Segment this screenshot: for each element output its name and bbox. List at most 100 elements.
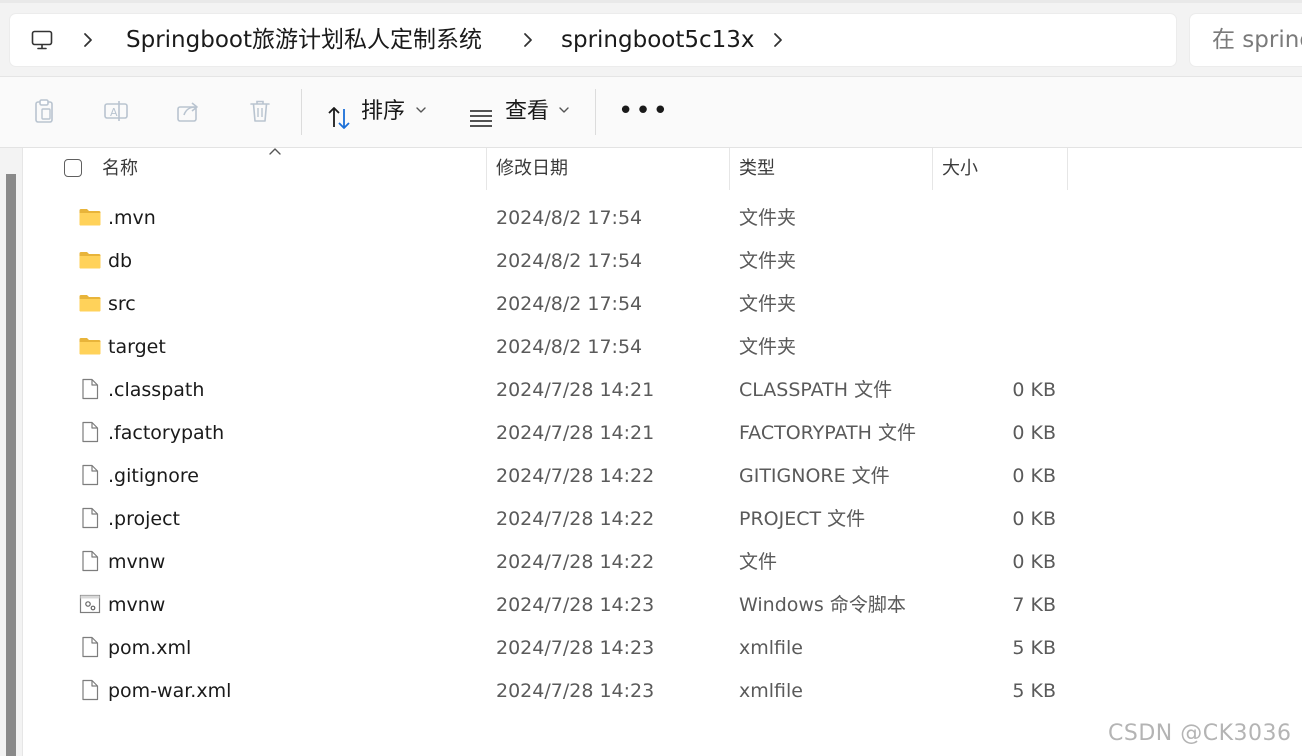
file-name: pom.xml <box>108 637 192 659</box>
file-type: Windows 命令脚本 <box>739 594 906 616</box>
view-icon[interactable] <box>468 107 494 129</box>
file-type: xmlfile <box>739 637 803 659</box>
breadcrumb-item[interactable]: springboot5c13x <box>561 24 755 56</box>
column-divider[interactable] <box>486 148 487 190</box>
file-modified-date: 2024/7/28 14:22 <box>496 508 655 530</box>
file-name: .project <box>108 508 180 530</box>
command-bar: A 排序 查看 ••• <box>0 77 1302 148</box>
file-name: .gitignore <box>108 465 199 487</box>
file-icon <box>78 549 102 573</box>
file-size <box>933 333 1056 361</box>
clipboard-icon <box>35 99 53 123</box>
column-header-type[interactable]: 类型 <box>739 156 775 182</box>
file-icon <box>78 420 102 444</box>
file-row[interactable]: mvnw 2024/7/28 14:23 Windows 命令脚本 7 KB <box>23 583 1302 626</box>
file-name: db <box>108 250 133 272</box>
script-file-icon <box>78 592 102 616</box>
file-icon <box>78 635 102 659</box>
file-name: target <box>108 336 166 358</box>
column-header-row <box>23 148 1302 190</box>
file-type: GITIGNORE 文件 <box>739 465 890 487</box>
folder-icon <box>78 248 102 272</box>
file-size: 0 KB <box>1012 551 1056 573</box>
file-row[interactable]: .gitignore 2024/7/28 14:22 GITIGNORE 文件 0 K… <box>23 454 1302 497</box>
file-row[interactable]: .factorypath 2024/7/28 14:21 FACTORYPATH 文… <box>23 411 1302 454</box>
file-name: .mvn <box>108 207 156 229</box>
file-row[interactable]: target 2024/8/2 17:54 文件夹 <box>23 325 1302 368</box>
file-type: 文件夹 <box>739 293 797 315</box>
sort-icon[interactable] <box>326 105 352 131</box>
file-row[interactable]: .classpath 2024/7/28 14:21 CLASSPATH 文件 0 K… <box>23 368 1302 411</box>
file-type: PROJECT 文件 <box>739 508 866 530</box>
file-type: 文件夹 <box>739 207 797 229</box>
chevron-down-icon[interactable] <box>558 103 570 117</box>
computer-icon[interactable] <box>30 28 54 52</box>
paste-button[interactable] <box>28 95 60 127</box>
watermark: CSDN @CK3036 <box>1108 721 1292 746</box>
file-modified-date: 2024/7/28 14:22 <box>496 465 655 487</box>
file-row[interactable]: pom-war.xml 2024/7/28 14:23 xmlfile 5 KB <box>23 669 1302 712</box>
chevron-down-icon[interactable] <box>415 103 427 117</box>
column-divider[interactable] <box>1067 148 1068 190</box>
rename-icon: A <box>104 101 128 121</box>
file-size <box>933 204 1056 232</box>
navigation-scrollbar[interactable] <box>6 174 16 756</box>
file-modified-date: 2024/7/28 14:22 <box>496 551 655 573</box>
file-type: FACTORYPATH 文件 <box>739 422 916 444</box>
file-size: 7 KB <box>1012 594 1056 616</box>
column-divider[interactable] <box>729 148 730 190</box>
toolbar-divider <box>301 89 302 135</box>
column-header-name[interactable]: 名称 <box>102 156 138 182</box>
breadcrumb-item[interactable]: Springboot旅游计划私人定制系统 <box>126 24 482 56</box>
more-options-button[interactable]: ••• <box>618 98 670 124</box>
file-name: mvnw <box>108 594 166 616</box>
breadcrumb-chevron-icon[interactable] <box>78 26 98 54</box>
file-modified-date: 2024/8/2 17:54 <box>496 293 643 315</box>
file-size <box>933 247 1056 275</box>
breadcrumb-chevron-icon[interactable] <box>518 26 538 54</box>
view-button[interactable]: 查看 <box>505 97 549 127</box>
share-icon <box>177 102 198 122</box>
delete-button[interactable] <box>244 95 276 127</box>
file-icon <box>78 506 102 530</box>
file-size: 0 KB <box>1012 465 1056 487</box>
file-icon <box>78 377 102 401</box>
file-row[interactable]: pom.xml 2024/7/28 14:23 xmlfile 5 KB <box>23 626 1302 669</box>
file-name: .classpath <box>108 379 205 401</box>
svg-text:A: A <box>110 106 118 119</box>
column-header-modified[interactable]: 修改日期 <box>496 156 568 182</box>
breadcrumb-chevron-icon[interactable] <box>768 26 788 54</box>
file-name: .factorypath <box>108 422 225 444</box>
file-name: mvnw <box>108 551 166 573</box>
file-modified-date: 2024/8/2 17:54 <box>496 336 643 358</box>
file-row[interactable]: mvnw 2024/7/28 14:22 文件 0 KB <box>23 540 1302 583</box>
share-button[interactable] <box>172 95 204 127</box>
file-size: 5 KB <box>1012 680 1056 702</box>
sort-ascending-icon <box>269 148 281 155</box>
file-size: 0 KB <box>1012 508 1056 530</box>
file-row[interactable]: .project 2024/7/28 14:22 PROJECT 文件 0 KB <box>23 497 1302 540</box>
file-type: 文件 <box>739 551 778 573</box>
top-edge <box>0 0 1302 3</box>
column-header-size[interactable]: 大小 <box>942 156 978 182</box>
file-row[interactable]: src 2024/8/2 17:54 文件夹 <box>23 282 1302 325</box>
search-box[interactable]: 在 spring <box>1190 14 1302 66</box>
file-type: xmlfile <box>739 680 803 702</box>
file-size <box>933 290 1056 318</box>
file-explorer-window: Springboot旅游计划私人定制系统 springboot5c13x 在 s… <box>0 0 1302 756</box>
address-bar[interactable]: Springboot旅游计划私人定制系统 springboot5c13x <box>10 14 1176 66</box>
file-icon <box>78 678 102 702</box>
file-row[interactable]: .mvn 2024/8/2 17:54 文件夹 <box>23 196 1302 239</box>
toolbar-divider <box>595 89 596 135</box>
file-name: pom-war.xml <box>108 680 232 702</box>
file-modified-date: 2024/7/28 14:23 <box>496 637 655 659</box>
select-all-checkbox[interactable] <box>64 159 82 177</box>
file-row[interactable]: db 2024/8/2 17:54 文件夹 <box>23 239 1302 282</box>
file-name: src <box>108 293 136 315</box>
file-modified-date: 2024/7/28 14:23 <box>496 680 655 702</box>
column-divider[interactable] <box>932 148 933 190</box>
rename-button[interactable]: A <box>100 95 132 127</box>
sort-button[interactable]: 排序 <box>361 97 405 127</box>
file-type: 文件夹 <box>739 250 797 272</box>
file-size: 5 KB <box>1012 637 1056 659</box>
